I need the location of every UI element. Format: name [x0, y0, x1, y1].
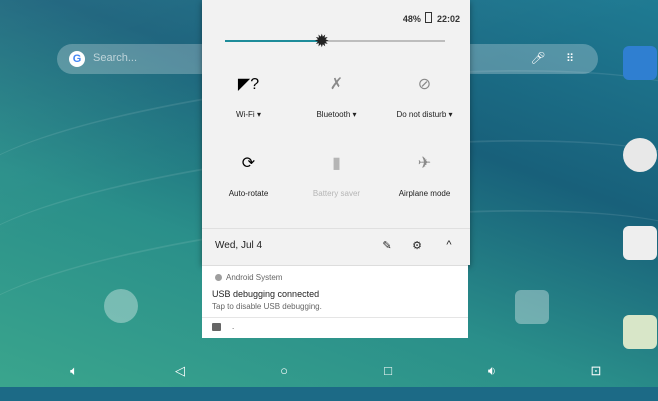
- tile-wifi[interactable]: ◤? Wi-Fi ▾: [204, 74, 293, 119]
- tile-bluetooth-dropdown[interactable]: ▾: [353, 110, 357, 119]
- mic-icon[interactable]: 🎤︎: [530, 51, 546, 67]
- collapse-chevron-icon[interactable]: ^: [442, 239, 456, 251]
- tile-dnd-label: Do not disturb: [396, 110, 447, 119]
- home-icon[interactable]: ○: [274, 363, 294, 378]
- tile-airplane-mode[interactable]: ✈ Airplane mode: [380, 153, 469, 198]
- navigation-bar: 🔈︎ ◁ ○ □ 🔉︎ ⊡: [0, 357, 658, 387]
- tile-do-not-disturb[interactable]: ⊘ Do not disturb ▾: [380, 74, 469, 119]
- tile-wifi-label: Wi-Fi: [236, 110, 255, 119]
- play-store-icon[interactable]: [515, 290, 549, 324]
- battery-percent: 48%: [402, 14, 421, 24]
- battery-icon: [425, 12, 433, 23]
- image-icon: [212, 323, 221, 331]
- volume-down-icon[interactable]: 🔈︎: [64, 363, 84, 379]
- tile-bluetooth-label: Bluetooth: [316, 110, 351, 119]
- second-notification-text: .: [232, 322, 235, 331]
- notification-title: USB debugging connected: [212, 289, 320, 299]
- tile-airplane-label: Airplane mode: [398, 189, 451, 198]
- quick-settings-panel: 48% 22:02 ✹ ◤? Wi-Fi ▾ ✗ Bluetooth ▾ ⊘ D…: [202, 0, 470, 265]
- search-placeholder: Search...: [93, 52, 138, 64]
- date-label[interactable]: Wed, Jul 4: [215, 240, 262, 251]
- google-logo-icon: G: [69, 51, 85, 67]
- brightness-icon[interactable]: ✹: [312, 31, 332, 51]
- app-folder-icon[interactable]: [104, 289, 138, 323]
- tile-auto-rotate[interactable]: ⟳ Auto-rotate: [204, 153, 293, 198]
- airplane-mode-icon: ✈: [417, 155, 432, 172]
- tile-dnd-dropdown[interactable]: ▾: [449, 110, 453, 119]
- do-not-disturb-icon: ⊘: [417, 76, 432, 93]
- maps-app-icon[interactable]: [623, 315, 657, 349]
- chrome-app-icon[interactable]: [623, 138, 657, 172]
- tile-bluetooth[interactable]: ✗ Bluetooth ▾: [292, 74, 381, 119]
- android-system-icon: [215, 274, 222, 281]
- status-bar: 48% 22:02: [403, 12, 460, 24]
- date-row: Wed, Jul 4 ✎ ⚙ ^: [202, 228, 470, 263]
- brightness-fill: [225, 40, 322, 42]
- notification-app-name: Android System: [226, 273, 283, 282]
- tile-battery-saver[interactable]: ▮ Battery saver: [292, 153, 381, 198]
- second-notification[interactable]: .: [202, 317, 468, 338]
- settings-gear-icon[interactable]: ⚙: [410, 239, 424, 252]
- usb-debugging-notification[interactable]: Android System USB debugging connected T…: [202, 265, 468, 318]
- wifi-question-icon: ◤?: [237, 76, 260, 93]
- screenshot-icon[interactable]: ⊡: [586, 363, 606, 379]
- recents-icon[interactable]: □: [378, 363, 398, 378]
- tile-auto-rotate-label: Auto-rotate: [228, 189, 269, 198]
- auto-rotate-icon: ⟳: [241, 155, 256, 172]
- tile-battery-saver-label: Battery saver: [312, 189, 361, 198]
- edit-pencil-icon[interactable]: ✎: [380, 239, 394, 252]
- back-icon[interactable]: ◁: [170, 363, 190, 379]
- notification-body: Tap to disable USB debugging.: [212, 302, 322, 311]
- battery-saver-icon: ▮: [332, 155, 341, 172]
- apps-grid-icon[interactable]: ⠿: [566, 52, 580, 66]
- brightness-slider[interactable]: ✹: [225, 31, 445, 51]
- volume-up-icon[interactable]: 🔉︎: [482, 363, 502, 379]
- clock: 22:02: [436, 14, 460, 24]
- camera-app-icon[interactable]: [623, 46, 657, 80]
- bluetooth-off-icon: ✗: [329, 76, 344, 93]
- tile-wifi-dropdown[interactable]: ▾: [257, 110, 261, 119]
- gmail-app-icon[interactable]: [623, 226, 657, 260]
